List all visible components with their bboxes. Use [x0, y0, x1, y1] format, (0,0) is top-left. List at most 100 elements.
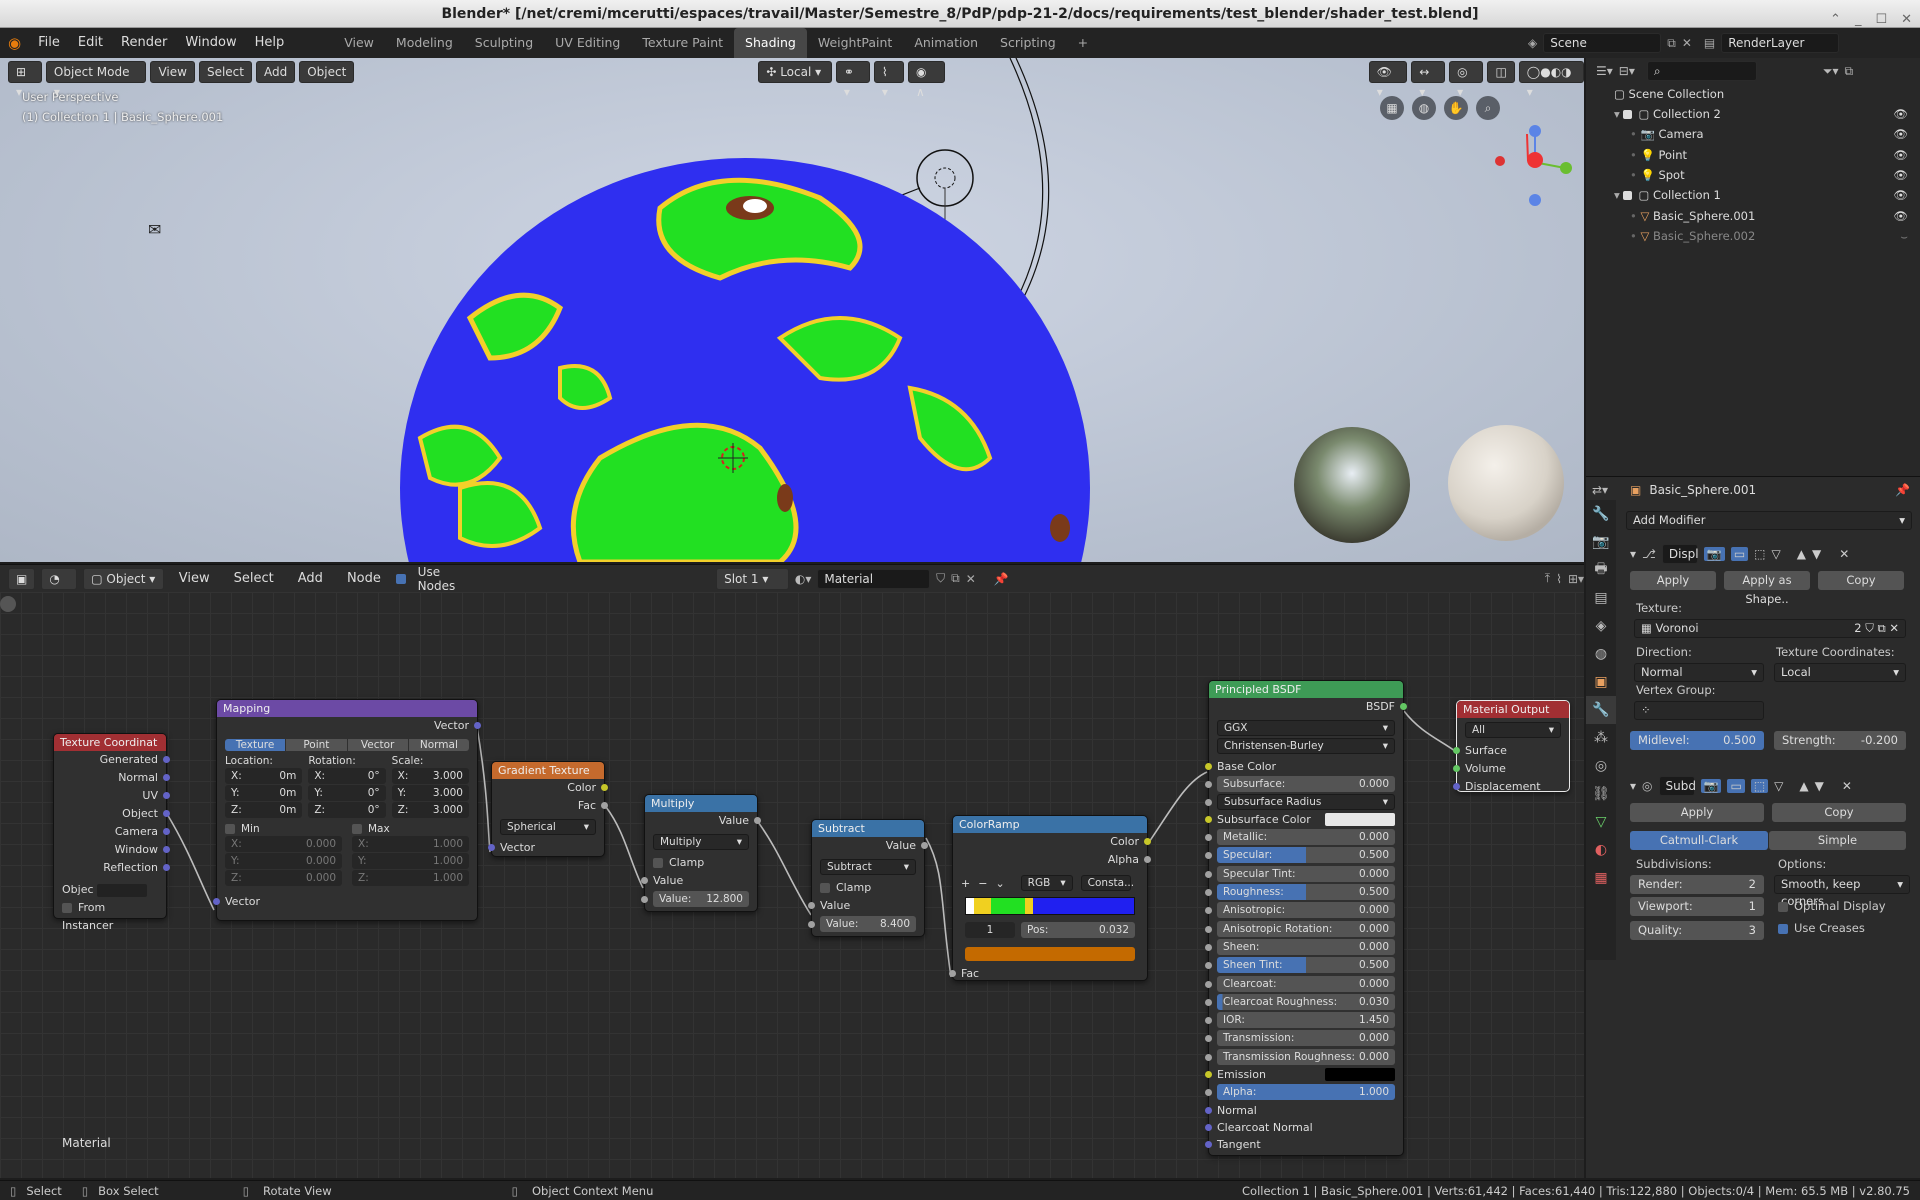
- tab-animation[interactable]: Animation: [903, 28, 989, 58]
- loc-y-field[interactable]: Y: 0m: [225, 785, 303, 801]
- bsdf-input-row[interactable]: Normal: [1205, 1102, 1403, 1119]
- stop-color-swatch[interactable]: [965, 947, 1135, 961]
- midlevel-field[interactable]: Midlevel: 0.500: [1630, 731, 1764, 750]
- color-swatch[interactable]: [1325, 1068, 1395, 1082]
- input-socket[interactable]: [1205, 943, 1212, 951]
- input-socket[interactable]: [1205, 781, 1212, 789]
- socket-vector-in[interactable]: Vector: [213, 893, 477, 911]
- input-socket[interactable]: [1205, 870, 1212, 878]
- move-down-icon[interactable]: ▼: [1812, 547, 1821, 561]
- add-stop-icon[interactable]: +: [961, 877, 970, 890]
- tex-coords-dropdown[interactable]: Local ▾: [1774, 663, 1906, 682]
- ortho-toggle-icon[interactable]: ▦: [1380, 96, 1404, 120]
- gradient-type-dropdown[interactable]: Spherical ▾: [500, 819, 596, 835]
- math-op-dropdown[interactable]: Subtract ▾: [820, 859, 916, 875]
- tab-weightpaint[interactable]: WeightPaint: [807, 28, 903, 58]
- overlay-toggle-icon[interactable]: ◎ ▾: [1449, 61, 1484, 99]
- socket-value-out[interactable]: Value: [645, 812, 761, 830]
- remove-modifier-icon[interactable]: ✕: [1839, 547, 1849, 561]
- node-overlay-icon[interactable]: ⊞▾: [1568, 572, 1584, 586]
- props-editor-icon[interactable]: ⇄▾: [1592, 483, 1608, 497]
- eye-icon[interactable]: ⌣: [1900, 226, 1908, 246]
- tab-shading[interactable]: Shading: [734, 28, 807, 58]
- socket-value-in[interactable]: Value: [808, 897, 924, 915]
- socket-fac[interactable]: Fac: [492, 797, 608, 815]
- tab-modeling[interactable]: Modeling: [385, 28, 464, 58]
- node-add-menu[interactable]: Add: [289, 564, 332, 594]
- tab-view[interactable]: View: [333, 28, 385, 58]
- fake-user-icon[interactable]: ⛉: [936, 571, 945, 586]
- input-socket[interactable]: [1205, 925, 1212, 933]
- modifier-name-field[interactable]: Displ: [1661, 544, 1699, 564]
- stop-pos-field[interactable]: Pos: 0.032: [1021, 922, 1135, 938]
- bsdf-input-row[interactable]: Subsurface: 0.000: [1205, 776, 1403, 793]
- texture-tab-icon[interactable]: ▦: [1586, 864, 1616, 892]
- loc-x-field[interactable]: X: 0m: [225, 768, 303, 784]
- input-socket[interactable]: [1205, 907, 1212, 915]
- view-layer-tab-icon[interactable]: ▤: [1586, 584, 1616, 612]
- socket-generated[interactable]: Generated: [54, 751, 170, 769]
- socket-color[interactable]: Color: [492, 779, 608, 797]
- node-node-menu[interactable]: Node: [338, 564, 390, 594]
- mode-dropdown[interactable]: Object Mode ▾: [45, 61, 147, 99]
- filter-icon[interactable]: ⏷▾: [1823, 64, 1839, 79]
- menu-help[interactable]: Help: [246, 28, 294, 58]
- exclude-checkbox[interactable]: [1623, 191, 1633, 201]
- pin-icon[interactable]: 📌: [994, 572, 1009, 586]
- expand-icon[interactable]: ▾: [1614, 107, 1623, 121]
- node-subtract[interactable]: Subtract Value Subtract ▾ Clamp Value Val…: [808, 819, 928, 937]
- material-tab-icon[interactable]: ◐: [1586, 836, 1616, 864]
- bsdf-input-row[interactable]: Tangent: [1205, 1136, 1403, 1153]
- distribution-dropdown[interactable]: GGX ▾: [1217, 720, 1395, 736]
- bsdf-input-row[interactable]: Subsurface Radius ▾: [1205, 793, 1403, 811]
- bsdf-input-row[interactable]: Clearcoat Roughness: 0.030: [1205, 993, 1403, 1011]
- physics-tab-icon[interactable]: ◎: [1586, 752, 1616, 780]
- node-view-menu[interactable]: View: [170, 564, 219, 594]
- socket-uv[interactable]: UV: [54, 787, 170, 805]
- socket-bsdf[interactable]: BSDF: [1209, 698, 1407, 716]
- shading-modes-icon[interactable]: ◯●◐◑ ▾: [1518, 61, 1584, 99]
- bsdf-input-row[interactable]: Clearcoat Normal: [1205, 1119, 1403, 1136]
- use-creases-checkbox[interactable]: Use Creases: [1778, 921, 1865, 935]
- modifier-tab-icon[interactable]: 🔧: [1586, 696, 1616, 724]
- remove-modifier-icon[interactable]: ✕: [1842, 779, 1852, 793]
- view-layer-icon[interactable]: ▤: [1704, 36, 1715, 50]
- texture-selector[interactable]: ▦ Voronoi 2 ⛉ ⧉ ✕: [1634, 619, 1906, 638]
- shader-type-icon[interactable]: ◔ ▾: [41, 567, 78, 606]
- input-socket[interactable]: [1205, 1071, 1212, 1079]
- viewport-toggle-icon[interactable]: ▭: [1730, 547, 1749, 561]
- gizmo-toggle-icon[interactable]: ↔ ▾: [1411, 61, 1446, 99]
- simple-button[interactable]: Simple: [1769, 831, 1906, 850]
- uv-smooth-dropdown[interactable]: Smooth, keep corners ▾: [1774, 875, 1910, 908]
- viewport-add-menu[interactable]: Add: [256, 61, 296, 83]
- node-multiply[interactable]: Multiply Value Multiply ▾ Clamp Value Val…: [641, 794, 761, 912]
- bsdf-input-row[interactable]: Transmission Roughness: 0.000: [1205, 1048, 1403, 1066]
- tab-scripting[interactable]: Scripting: [989, 28, 1067, 58]
- editmode-toggle-icon[interactable]: ⬚: [1754, 547, 1765, 561]
- particles-tab-icon[interactable]: ⁂: [1586, 724, 1616, 752]
- vertex-group-field[interactable]: ⁘: [1634, 701, 1764, 720]
- collapse-icon[interactable]: ▾: [1630, 779, 1636, 793]
- pivot-icon[interactable]: ⚭ ▾: [835, 61, 870, 99]
- socket-color[interactable]: Color: [953, 833, 1151, 851]
- node-select-menu[interactable]: Select: [225, 564, 283, 594]
- viewport-toggle-icon[interactable]: ▭: [1727, 779, 1745, 793]
- socket-displacement[interactable]: Displacement: [1453, 778, 1569, 796]
- render-toggle-icon[interactable]: 📷: [1703, 547, 1725, 561]
- input-socket[interactable]: [1205, 1017, 1212, 1025]
- min-checkbox[interactable]: Min: [225, 823, 342, 835]
- node-mapping[interactable]: Mapping Vector Texture Point Vector Norm…: [213, 699, 481, 921]
- strength-field[interactable]: Strength: -0.200: [1774, 731, 1906, 750]
- parent-tree-icon[interactable]: ⤒: [1545, 571, 1550, 586]
- tab-vector[interactable]: Vector: [347, 739, 408, 751]
- input-socket[interactable]: [1205, 852, 1212, 860]
- bsdf-input-row[interactable]: Subsurface Color: [1205, 811, 1403, 828]
- eye-icon[interactable]: 👁: [1893, 145, 1908, 165]
- loc-z-field[interactable]: Z: 0m: [225, 802, 303, 818]
- bsdf-input-row[interactable]: Metallic: 0.000: [1205, 829, 1403, 846]
- bsdf-input-row[interactable]: Emission: [1205, 1066, 1403, 1083]
- bsdf-input-row[interactable]: IOR: 1.450: [1205, 1012, 1403, 1029]
- viewport-select-menu[interactable]: Select: [198, 61, 252, 83]
- material-sphere-icon[interactable]: ◐▾: [795, 572, 812, 586]
- socket-alpha[interactable]: Alpha: [953, 851, 1151, 869]
